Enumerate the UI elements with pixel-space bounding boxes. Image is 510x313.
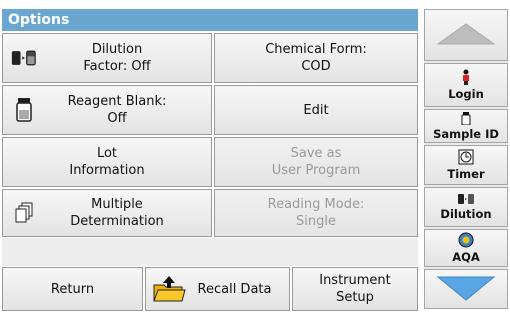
instrument-setup-button[interactable]: Instrument Setup (292, 267, 418, 311)
return-button[interactable]: Return (2, 267, 143, 311)
scroll-down-button[interactable] (424, 269, 508, 309)
chemical-form-button[interactable]: Chemical Form: COD (214, 33, 418, 83)
aqa-button[interactable]: AQA (424, 229, 508, 267)
multiple-pages-icon (11, 200, 37, 226)
return-label: Return (50, 281, 95, 297)
reading-mode-label: Reading Mode: Single (267, 197, 365, 229)
reading-mode-button: Reading Mode: Single (214, 189, 418, 237)
dilution-factor-label: Dilution Factor: Off (83, 42, 151, 74)
multiple-determination-label: Multiple Determination (70, 197, 164, 229)
save-as-label: Save as User Program (271, 146, 361, 178)
person-icon (463, 69, 469, 85)
save-as-user-program-button: Save as User Program (214, 137, 418, 187)
reagent-vial-icon (11, 97, 37, 123)
arrow-down-icon (436, 276, 496, 301)
login-label: Login (448, 87, 484, 101)
lot-information-label: Lot Information (69, 146, 145, 178)
timer-label: Timer (447, 167, 485, 181)
aqa-label: AQA (452, 250, 480, 264)
reagent-blank-button[interactable]: Reagent Blank: Off (2, 85, 212, 135)
recall-data-button[interactable]: Recall Data (145, 267, 290, 311)
multiple-determination-button[interactable]: Multiple Determination (2, 189, 212, 237)
scroll-up-button[interactable] (424, 9, 508, 61)
edit-button[interactable]: Edit (214, 85, 418, 135)
lot-information-button[interactable]: Lot Information (2, 137, 212, 187)
instrument-setup-label: Instrument Setup (319, 273, 391, 305)
dilution-icon (11, 45, 37, 71)
dilution-side-label: Dilution (440, 207, 492, 221)
folder-upload-icon (152, 276, 186, 302)
arrow-up-icon (436, 23, 496, 45)
login-button[interactable]: Login (424, 63, 508, 107)
page-title: Options (2, 9, 418, 31)
sample-id-label: Sample ID (433, 126, 499, 141)
sample-id-button[interactable]: Sample ID (424, 109, 508, 143)
chemical-form-label: Chemical Form: COD (265, 42, 367, 74)
dilution-factor-button[interactable]: Dilution Factor: Off (2, 33, 212, 83)
timer-button[interactable]: Timer (424, 145, 508, 185)
reagent-blank-label: Reagent Blank: Off (67, 94, 167, 126)
dilution-side-button[interactable]: Dilution (424, 187, 508, 227)
dilution-side-icon (458, 194, 474, 204)
sample-vial-icon (461, 111, 471, 125)
empty-row (2, 238, 418, 266)
aqa-icon (458, 232, 474, 248)
edit-label: Edit (303, 102, 329, 118)
timer-icon (458, 149, 474, 165)
